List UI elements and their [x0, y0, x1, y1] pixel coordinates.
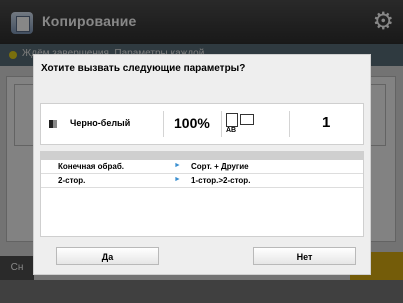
- paper-sheet-icon: [240, 114, 254, 125]
- copies-value: 1: [322, 114, 331, 131]
- dialog-title: Хотите вызвать следующие параметры?: [41, 63, 246, 74]
- divider: [163, 111, 164, 137]
- copy-screen: Копирование ⚙ Ждём завершения. Параметры…: [0, 0, 403, 303]
- paper-size-icon: АВ: [226, 113, 256, 134]
- detail-label: Конечная обраб.: [58, 162, 124, 171]
- divider: [221, 111, 222, 137]
- arrow-right-icon: ►: [174, 162, 181, 169]
- paper-mark: АВ: [226, 127, 237, 134]
- recall-settings-dialog: Хотите вызвать следующие параметры? Черн…: [33, 54, 371, 275]
- detail-row: 2-стор. ► 1-стор.>2-стор.: [41, 174, 363, 188]
- details-panel: Конечная обраб. ► Сорт. + Другие 2-стор.…: [40, 151, 364, 237]
- detail-label: 2-стор.: [58, 176, 86, 185]
- divider: [289, 111, 290, 137]
- zoom-value: 100%: [174, 115, 210, 131]
- paper-sheet-icon: [226, 113, 238, 127]
- color-mode-label: Черно-белый: [70, 118, 131, 128]
- bw-icon: [49, 120, 57, 128]
- yes-button[interactable]: Да: [56, 247, 159, 265]
- detail-value: Сорт. + Другие: [191, 162, 249, 171]
- summary-panel: Черно-белый 100% АВ 1: [40, 103, 364, 145]
- detail-value: 1-стор.>2-стор.: [191, 176, 251, 185]
- detail-row: Конечная обраб. ► Сорт. + Другие: [41, 160, 363, 174]
- arrow-right-icon: ►: [174, 176, 181, 183]
- no-button[interactable]: Нет: [253, 247, 356, 265]
- details-header: [41, 152, 363, 160]
